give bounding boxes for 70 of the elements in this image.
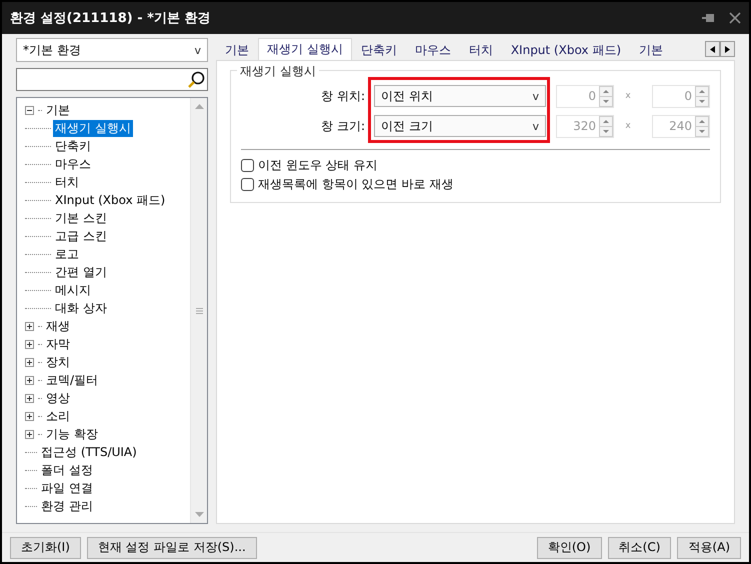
expand-icon[interactable] bbox=[25, 430, 34, 438]
tree-item[interactable]: 단축키 bbox=[53, 138, 93, 154]
footer-button[interactable]: 적용(A) bbox=[677, 536, 741, 558]
spin-arrows-icon bbox=[695, 86, 709, 106]
close-icon[interactable] bbox=[729, 12, 741, 24]
tree-item[interactable]: 소리 bbox=[44, 408, 72, 424]
search-icon bbox=[187, 70, 205, 88]
preset-dropdown[interactable]: *기본 환경 v bbox=[16, 38, 208, 62]
tree-item[interactable]: 터치 bbox=[53, 174, 81, 190]
tree-item[interactable]: 간편 열기 bbox=[53, 264, 109, 280]
expand-icon[interactable] bbox=[25, 322, 34, 330]
tab-scroll-right-icon[interactable] bbox=[720, 41, 735, 57]
spin-arrows-icon bbox=[695, 116, 709, 136]
tab[interactable]: XInput (Xbox 패드) bbox=[502, 40, 630, 60]
separator-label: x bbox=[624, 121, 632, 131]
tree-item[interactable]: 코덱/필터 bbox=[44, 372, 100, 388]
tree-item[interactable]: 기본 bbox=[44, 102, 72, 118]
search-field[interactable] bbox=[16, 68, 208, 91]
collapse-icon[interactable] bbox=[25, 106, 34, 114]
tab-scroll-left-icon[interactable] bbox=[705, 41, 720, 57]
expand-icon[interactable] bbox=[25, 412, 34, 420]
tree-item[interactable]: 파일 연결 bbox=[39, 480, 95, 496]
tab[interactable]: 기본 bbox=[630, 40, 672, 60]
tree-item[interactable]: 환경 관리 bbox=[39, 498, 95, 514]
tree-item[interactable]: 자막 bbox=[44, 336, 72, 352]
tree-item[interactable]: 접근성 (TTS/UIA) bbox=[39, 444, 139, 460]
checkbox-label: 이전 윈도우 상태 유지 bbox=[258, 157, 378, 174]
spin-arrows-icon bbox=[599, 86, 613, 106]
tree-item[interactable]: 재생 bbox=[44, 318, 72, 334]
checkbox-label: 재생목록에 항목이 있으면 바로 재생 bbox=[258, 176, 454, 193]
spin-arrows-icon bbox=[599, 116, 613, 136]
tree-item[interactable]: 기능 확장 bbox=[44, 426, 100, 442]
tree-item[interactable]: 장치 bbox=[44, 354, 72, 370]
tree-item[interactable]: 재생기 실행시 bbox=[53, 120, 133, 136]
tree-item[interactable]: 기본 스킨 bbox=[53, 210, 109, 226]
tab[interactable]: 기본 bbox=[216, 40, 258, 60]
expand-icon[interactable] bbox=[25, 376, 34, 384]
group-title: 재생기 실행시 bbox=[237, 63, 319, 80]
field-label: 창 위치: bbox=[320, 88, 365, 104]
tree-item[interactable]: 메시지 bbox=[53, 282, 93, 298]
expand-icon[interactable] bbox=[25, 340, 34, 348]
tab[interactable]: 재생기 실행시 bbox=[258, 38, 352, 60]
footer-button[interactable]: 초기화(I) bbox=[10, 536, 81, 558]
footer-button[interactable]: 취소(C) bbox=[608, 536, 672, 558]
tree-item[interactable]: 폴더 설정 bbox=[39, 462, 95, 478]
dropdown[interactable]: 이전 위치 v bbox=[374, 85, 546, 107]
footer-button[interactable]: 현재 설정 파일로 저장(S)... bbox=[86, 536, 257, 558]
checkbox[interactable] bbox=[241, 159, 254, 172]
checkbox[interactable] bbox=[241, 178, 254, 191]
scrollbar[interactable] bbox=[190, 98, 207, 523]
tab[interactable]: 마우스 bbox=[406, 40, 460, 60]
tree-item[interactable]: 영상 bbox=[44, 390, 72, 406]
dropdown[interactable]: 이전 크기 v bbox=[374, 115, 546, 137]
separator-label: x bbox=[624, 91, 632, 101]
window-title: 환경 설정(211118) - *기본 환경 bbox=[10, 10, 212, 27]
tree-item[interactable]: 대화 상자 bbox=[53, 300, 109, 316]
grip-icon bbox=[196, 308, 202, 314]
expand-icon[interactable] bbox=[25, 358, 34, 366]
scroll-down-icon bbox=[194, 512, 204, 518]
pin-icon[interactable] bbox=[701, 12, 715, 24]
tree-item[interactable]: XInput (Xbox 패드) bbox=[53, 192, 168, 208]
tab[interactable]: 터치 bbox=[460, 40, 502, 60]
expand-icon[interactable] bbox=[25, 394, 34, 402]
tab[interactable]: 단축키 bbox=[352, 40, 406, 60]
footer-button[interactable]: 확인(O) bbox=[536, 536, 602, 558]
tree-item[interactable]: 고급 스킨 bbox=[53, 228, 109, 244]
scroll-up-icon bbox=[194, 103, 204, 109]
tree-item[interactable]: 마우스 bbox=[53, 156, 93, 172]
field-label: 창 크기: bbox=[320, 118, 365, 134]
tree-item[interactable]: 로고 bbox=[53, 246, 81, 262]
